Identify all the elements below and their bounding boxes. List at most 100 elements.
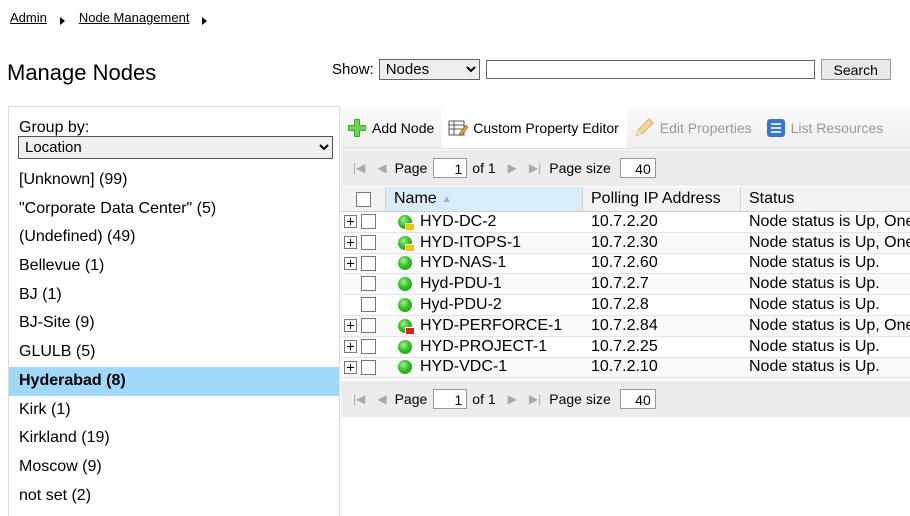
group-item[interactable]: "Corporate Data Center" (5) bbox=[9, 195, 339, 224]
group-item[interactable]: (Undefined) (49) bbox=[9, 223, 339, 252]
nodes-table: Name ▲ Polling IP Address Status HYD-DC-… bbox=[341, 187, 910, 379]
table-edit-icon bbox=[448, 119, 469, 137]
page-size-input[interactable]: 40 bbox=[619, 389, 656, 409]
prev-page-icon[interactable]: ◀ bbox=[377, 392, 386, 406]
node-name-link[interactable]: Hyd-PDU-2 bbox=[420, 296, 502, 314]
expand-icon[interactable] bbox=[344, 339, 357, 353]
node-name-link[interactable]: HYD-NAS-1 bbox=[420, 254, 506, 272]
status-up-icon bbox=[398, 277, 412, 292]
last-page-icon[interactable]: ▶| bbox=[529, 392, 541, 406]
column-header-status[interactable]: Status bbox=[741, 187, 910, 211]
list-resources-button[interactable]: List Resources bbox=[760, 108, 892, 148]
group-item[interactable]: Hyderabad (8) bbox=[9, 366, 339, 396]
row-select-cell bbox=[341, 254, 386, 274]
page-number-input[interactable]: 1 bbox=[433, 389, 468, 409]
node-name-cell: Hyd-PDU-1 bbox=[386, 274, 583, 294]
polling-ip-cell: 10.7.2.20 bbox=[591, 212, 658, 230]
status-up-icon bbox=[398, 318, 415, 335]
expand-icon[interactable] bbox=[344, 256, 357, 270]
table-body: HYD-DC-2 10.7.2.20 Node status is Up, One … bbox=[341, 212, 910, 379]
table-row[interactable]: HYD-VDC-1 10.7.2.10 Node status is Up. bbox=[341, 357, 910, 379]
column-header-ip[interactable]: Polling IP Address bbox=[583, 187, 741, 211]
group-item[interactable]: Bellevue (1) bbox=[9, 252, 339, 281]
node-name-link[interactable]: HYD-PERFORCE-1 bbox=[420, 317, 562, 335]
breadcrumb-admin-link[interactable]: Admin bbox=[10, 10, 47, 25]
page-number-input[interactable]: 1 bbox=[433, 158, 468, 178]
nodes-panel: Add Node Custom Property Editor Edit Pro… bbox=[341, 108, 910, 515]
polling-ip-cell: 10.7.2.10 bbox=[591, 358, 658, 376]
table-row[interactable]: HYD-ITOPS-1 10.7.2.30 Node status is Up, O… bbox=[341, 232, 910, 254]
add-node-button[interactable]: Add Node bbox=[341, 108, 442, 148]
node-name-link[interactable]: Hyd-PDU-1 bbox=[420, 275, 502, 293]
group-item[interactable]: Kirk (1) bbox=[9, 396, 339, 425]
expand-icon[interactable] bbox=[344, 235, 357, 249]
column-name-label: Name bbox=[394, 190, 437, 207]
node-name-link[interactable]: HYD-VDC-1 bbox=[420, 358, 507, 376]
row-checkbox[interactable] bbox=[361, 359, 376, 375]
search-input[interactable] bbox=[485, 60, 815, 79]
node-name-link[interactable]: HYD-DC-2 bbox=[420, 213, 496, 231]
table-row[interactable]: HYD-PERFORCE-1 10.7.2.84 Node status is Up… bbox=[341, 315, 910, 337]
row-checkbox[interactable] bbox=[361, 234, 376, 250]
group-item[interactable]: BJ-Site (9) bbox=[9, 309, 339, 338]
status-cell: Node status is Up. bbox=[749, 254, 880, 272]
status-up-icon bbox=[398, 298, 412, 313]
table-row[interactable]: Hyd-PDU-1 10.7.2.7 Node status is Up. bbox=[341, 274, 910, 296]
edit-properties-button[interactable]: Edit Properties bbox=[627, 108, 760, 148]
node-name-link[interactable]: HYD-ITOPS-1 bbox=[420, 234, 521, 252]
row-checkbox[interactable] bbox=[361, 276, 376, 292]
next-page-icon[interactable]: ▶ bbox=[508, 392, 517, 406]
table-row[interactable]: Hyd-PDU-2 10.7.2.8 Node status is Up. bbox=[341, 295, 910, 316]
edit-properties-label: Edit Properties bbox=[659, 120, 752, 136]
list-icon bbox=[766, 118, 786, 138]
node-name-link[interactable]: HYD-PROJECT-1 bbox=[420, 338, 547, 356]
page-size-input[interactable]: 40 bbox=[619, 158, 656, 178]
plus-icon bbox=[347, 118, 367, 138]
row-checkbox[interactable] bbox=[361, 317, 376, 333]
page-label: Page bbox=[394, 391, 428, 407]
group-item[interactable]: Moscow (9) bbox=[9, 453, 339, 482]
expand-icon[interactable] bbox=[344, 215, 357, 228]
table-row[interactable]: HYD-DC-2 10.7.2.20 Node status is Up, One … bbox=[341, 212, 910, 233]
row-select-cell bbox=[341, 212, 386, 232]
row-select-cell bbox=[341, 358, 386, 378]
group-item[interactable]: BJ (1) bbox=[9, 281, 339, 310]
sort-ascending-icon: ▲ bbox=[441, 193, 452, 205]
show-label: Show: bbox=[332, 61, 374, 78]
group-item[interactable]: Kirkland (19) bbox=[9, 424, 339, 453]
row-checkbox[interactable] bbox=[361, 214, 376, 229]
first-page-icon[interactable]: |◀ bbox=[353, 392, 365, 406]
node-name-cell: HYD-PERFORCE-1 bbox=[386, 316, 583, 336]
expand-icon[interactable] bbox=[344, 360, 357, 374]
custom-property-editor-button[interactable]: Custom Property Editor bbox=[442, 108, 627, 148]
table-row[interactable]: HYD-PROJECT-1 10.7.2.25 Node status is Up. bbox=[341, 336, 910, 358]
pager-top: |◀ ◀ Page 1 of 1 ▶ ▶| Page size 40 bbox=[341, 150, 910, 186]
select-all-checkbox[interactable] bbox=[355, 191, 371, 207]
table-row[interactable]: HYD-NAS-1 10.7.2.60 Node status is Up. bbox=[341, 253, 910, 275]
group-item[interactable]: [Unknown] (99) bbox=[9, 166, 339, 195]
show-select[interactable]: Nodes bbox=[378, 59, 480, 80]
row-checkbox[interactable] bbox=[361, 338, 376, 354]
pencil-icon bbox=[633, 117, 655, 139]
row-checkbox[interactable] bbox=[361, 255, 376, 271]
polling-ip-cell: 10.7.2.8 bbox=[591, 296, 649, 314]
status-up-icon bbox=[398, 214, 415, 231]
polling-ip-cell: 10.7.2.30 bbox=[591, 233, 658, 251]
search-button[interactable]: Search bbox=[820, 59, 891, 80]
first-page-icon[interactable]: |◀ bbox=[353, 161, 365, 175]
column-header-name[interactable]: Name ▲ bbox=[386, 187, 583, 211]
row-select-cell bbox=[341, 316, 386, 336]
group-item[interactable]: GLULB (5) bbox=[9, 338, 339, 367]
breadcrumb-node-management-link[interactable]: Node Management bbox=[79, 10, 190, 25]
group-item[interactable]: not set (2) bbox=[9, 482, 339, 511]
polling-ip-cell: 10.7.2.7 bbox=[591, 275, 649, 293]
group-by-label: Group by: bbox=[19, 119, 90, 136]
node-name-cell: HYD-NAS-1 bbox=[386, 254, 583, 274]
next-page-icon[interactable]: ▶ bbox=[508, 161, 517, 175]
row-checkbox[interactable] bbox=[361, 297, 376, 313]
group-by-select[interactable]: Location bbox=[18, 136, 333, 159]
prev-page-icon[interactable]: ◀ bbox=[377, 161, 386, 175]
node-name-cell: HYD-VDC-1 bbox=[386, 358, 583, 378]
last-page-icon[interactable]: ▶| bbox=[529, 161, 541, 175]
expand-icon[interactable] bbox=[344, 318, 357, 332]
